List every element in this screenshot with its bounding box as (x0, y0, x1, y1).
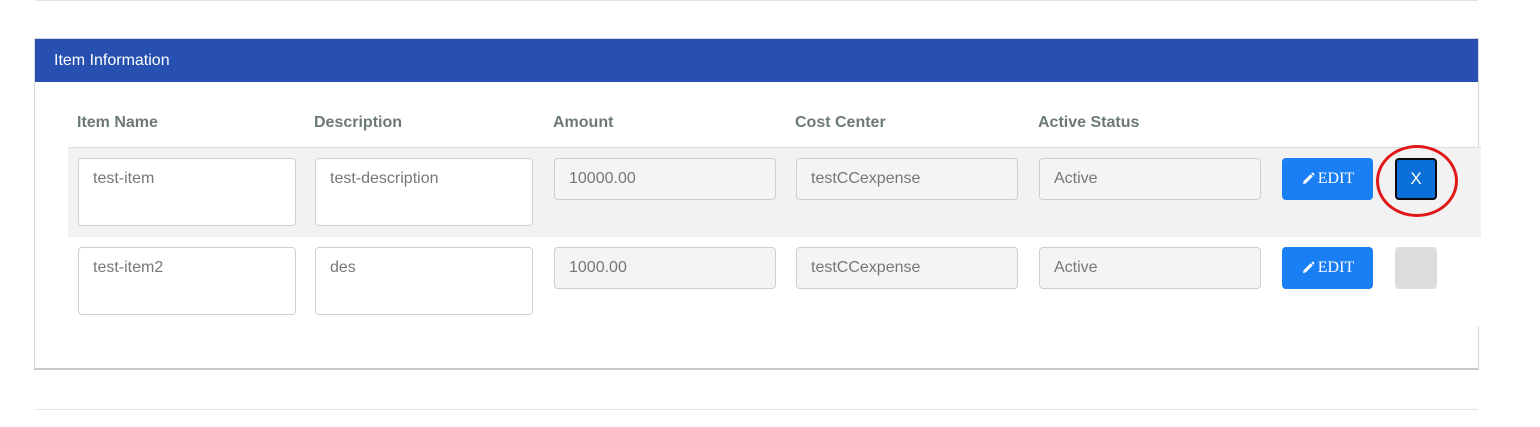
pencil-icon (1302, 261, 1315, 273)
column-header-item-name: Item Name (77, 114, 158, 131)
column-header-active-status: Active Status (1038, 114, 1140, 131)
pencil-icon (1302, 172, 1315, 184)
description-textarea[interactable]: des (315, 247, 533, 315)
description-textarea[interactable]: test-description (315, 158, 533, 226)
edit-button-label: EDIT (1317, 170, 1355, 187)
cost-center-field: testCCexpense (796, 158, 1018, 200)
item-name-textarea[interactable]: test-item (78, 158, 296, 226)
highlight-annotation (1376, 145, 1458, 217)
bottom-divider (35, 409, 1478, 410)
edit-button[interactable]: EDIT (1282, 247, 1373, 289)
amount-field: 1000.00 (554, 247, 776, 289)
edit-button-label: EDIT (1317, 259, 1355, 276)
panel-header: Item Information (35, 39, 1478, 82)
table-row: test-item2 des 1000.00 testCCexpense Act… (68, 237, 1481, 326)
active-status-field: Active (1039, 158, 1261, 200)
edit-button[interactable]: EDIT (1282, 158, 1373, 200)
amount-field: 10000.00 (554, 158, 776, 200)
column-header-cost-center: Cost Center (795, 114, 886, 131)
top-divider (35, 0, 1478, 1)
remove-button[interactable] (1395, 247, 1437, 289)
column-header-description: Description (314, 114, 403, 131)
item-name-textarea[interactable]: test-item2 (78, 247, 296, 315)
column-header-amount: Amount (553, 114, 614, 131)
table-row: test-item test-description 10000.00 test… (68, 147, 1481, 238)
active-status-field: Active (1039, 247, 1261, 289)
item-information-panel: Item Information Item Name Description A… (34, 38, 1481, 370)
cost-center-field: testCCexpense (796, 247, 1018, 289)
